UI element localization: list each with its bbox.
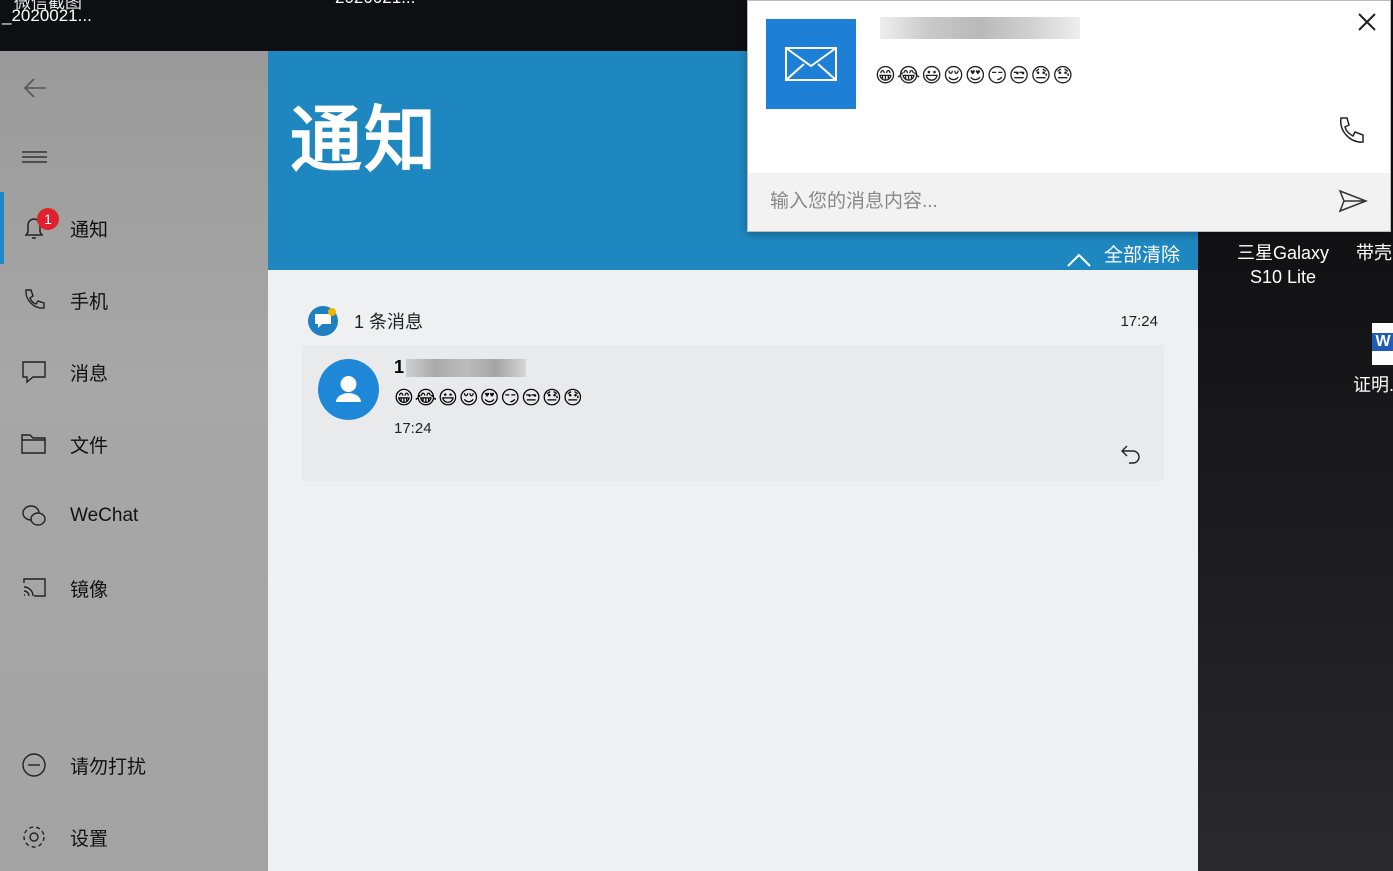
folder-icon [20,430,48,458]
sidebar-item-notifications[interactable]: 1 通知 [0,200,268,256]
menu-button[interactable] [22,147,48,172]
sender-text: 1 [394,357,404,378]
chevron-up-icon [1066,244,1092,270]
close-icon [1356,11,1378,33]
sidebar-item-mirror[interactable]: 镜像 [0,560,268,616]
desktop-icon-label: 三星Galaxy [1228,241,1338,265]
notification-group-header[interactable]: 1 条消息 [308,306,423,336]
sidebar-item-label: 消息 [70,359,108,386]
group-label: 1 条消息 [354,308,423,334]
do-not-disturb-icon [20,751,48,779]
send-button[interactable] [1338,189,1368,218]
back-button[interactable] [22,75,48,106]
sidebar-item-wechat[interactable]: WeChat [0,488,268,544]
word-glyph: W [1372,333,1393,351]
avatar [318,359,379,420]
sidebar-item-messages[interactable]: 消息 [0,344,268,400]
back-arrow-icon [22,75,48,101]
desktop-icon-label: 证明. [1353,375,1393,395]
toast-message-text: 😁😂😃😌😍😏😒😓😓 [875,63,1074,87]
sidebar-item-label: 手机 [70,287,108,314]
redacted-text [406,359,526,377]
desktop-file-label[interactable]: _2020021... [2,6,92,26]
sidebar-item-label: 设置 [70,824,108,851]
close-button[interactable] [1356,11,1378,38]
phone-icon [1336,115,1368,149]
person-icon [318,359,379,420]
sidebar-item-files[interactable]: 文件 [0,416,268,472]
notification-card[interactable]: 1 😁😂😃😌😍😏😒😓😓 17:24 [302,345,1164,481]
desktop-icon-label: S10 Lite [1228,265,1338,289]
sender-name: 1 [394,357,526,378]
hamburger-icon [22,147,48,167]
sidebar-item-label: WeChat [70,505,138,527]
message-text: 😁😂😃😌😍😏😒😓😓 [394,387,584,410]
sidebar-item-label: 通知 [70,215,108,242]
toast-notification: 😁😂😃😌😍😏😒😓😓 [747,0,1391,232]
call-button[interactable] [1336,115,1368,154]
messages-app-icon [308,306,338,336]
wechat-icon [20,502,48,530]
redacted-sender [880,17,1080,39]
notification-badge: 1 [37,208,59,230]
reply-button[interactable] [1120,443,1142,470]
do-not-disturb-toggle[interactable]: 请勿打扰 [0,737,268,793]
desktop-icon[interactable]: 带壳 [1356,241,1393,265]
sidebar: 1 通知 手机 消息 文件 WeChat 镜像 请勿打扰 设置 [0,51,268,871]
clear-all-label: 全部清除 [1104,240,1180,267]
desktop-icon-galaxy[interactable]: 三星Galaxy S10 Lite [1228,241,1338,289]
reply-input[interactable] [748,173,1390,231]
mail-icon [766,19,856,109]
cast-icon [20,574,48,602]
sidebar-item-phone[interactable]: 手机 [0,272,268,328]
sidebar-item-label: 请勿打扰 [70,752,146,779]
reply-icon [1120,443,1142,465]
send-icon [1338,189,1368,213]
phone-icon [20,286,48,314]
gear-icon [20,823,48,851]
sidebar-item-label: 文件 [70,431,108,458]
word-doc-icon[interactable]: W [1372,323,1393,365]
message-icon [20,358,48,386]
page-title: 通知 [290,81,438,186]
sidebar-item-settings[interactable]: 设置 [0,809,268,865]
desktop-icon-label: 带壳 [1356,243,1392,263]
message-time: 17:24 [394,420,432,437]
group-time: 17:24 [1120,313,1158,330]
desktop-file-label[interactable]: 2020021... [335,0,415,8]
sidebar-item-label: 镜像 [70,575,108,602]
desktop-icon[interactable]: 证明. [1353,373,1393,397]
